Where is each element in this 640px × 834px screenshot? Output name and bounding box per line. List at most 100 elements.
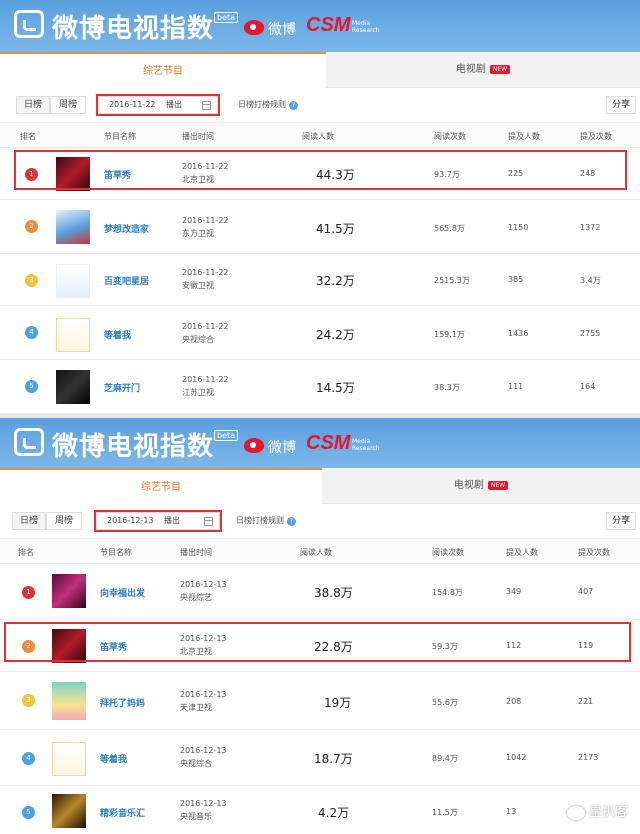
rank-badge: 4 — [22, 752, 35, 765]
csm-logo: CSM — [306, 14, 350, 37]
table-row[interactable]: 2 梦想改造家 2016-11-22 东方卫视 41.5万 565.8万 115… — [0, 200, 640, 254]
program-name[interactable]: 芝麻开门 — [104, 381, 140, 394]
channel: 天津卫视 — [180, 702, 212, 713]
channel: 央视综合 — [180, 758, 212, 769]
weekly-button[interactable]: 周榜 — [46, 512, 82, 530]
readers-count: 14.5万 — [316, 379, 355, 396]
col-reads: 阅读次数 — [434, 131, 466, 142]
col-readers: 阅读人数 — [302, 131, 334, 142]
table-row[interactable]: 4 等着我 2016-11-22 央视综合 24.2万 159.1万 1436 … — [0, 306, 640, 360]
highlight-box — [4, 622, 631, 662]
table-row[interactable]: 5 精彩音乐汇 2016-12-13 央视音乐 4.2万 11.5万 13 — [0, 786, 640, 834]
air-date: 2016-12-13 — [180, 580, 227, 589]
weibo-logo-icon — [244, 20, 264, 35]
program-name[interactable]: 拜托了妈妈 — [100, 696, 145, 709]
tab-drama-label: 电视剧 — [454, 480, 484, 491]
reads-count: 159.1万 — [434, 329, 465, 340]
readers-count: 41.5万 — [316, 220, 355, 237]
mention-users-count: 1150 — [508, 223, 528, 232]
col-reads: 阅读次数 — [432, 547, 464, 558]
reads-count: 154.8万 — [432, 587, 463, 598]
air-date: 2016-12-13 — [180, 799, 227, 808]
readers-count: 19万 — [324, 694, 351, 711]
program-name[interactable]: 等着我 — [104, 328, 131, 341]
rank-badge: 1 — [22, 586, 35, 599]
col-airtime: 播出时间 — [182, 131, 214, 142]
mention-users-count: 1436 — [508, 329, 528, 338]
mentions-count: 164 — [580, 382, 595, 391]
rank-badge: 5 — [22, 806, 35, 819]
mention-users-count: 349 — [506, 587, 521, 596]
weibo-logo-icon — [244, 438, 264, 453]
col-mentions: 提及次数 — [578, 547, 610, 558]
program-thumbnail — [52, 574, 86, 608]
mentions-count: 2755 — [580, 329, 600, 338]
program-thumbnail — [56, 318, 90, 352]
reads-count: 38.3万 — [434, 382, 460, 393]
rank-badge: 2 — [25, 220, 38, 233]
program-name[interactable]: 向幸福出发 — [100, 586, 145, 599]
share-button[interactable]: 分享 — [606, 512, 636, 530]
reads-count: 55.6万 — [432, 697, 458, 708]
rules-label: 日榜打榜规则 — [238, 100, 286, 109]
col-mention-users: 提及人数 — [506, 547, 538, 558]
csm-subtitle: Media Research — [352, 438, 382, 452]
col-rank: 排名 — [20, 131, 36, 142]
weekly-button[interactable]: 周榜 — [50, 96, 86, 114]
table-row[interactable]: 5 芝麻开门 2016-11-22 江苏卫视 14.5万 38.3万 111 1… — [0, 360, 640, 413]
readers-count: 18.7万 — [314, 750, 353, 767]
category-tabs: 综艺节目 电视剧NEW — [0, 52, 640, 88]
program-thumbnail — [56, 370, 90, 404]
program-name[interactable]: 百变吧星居 — [104, 274, 149, 287]
table-row[interactable]: 3 拜托了妈妈 2016-12-13 天津卫视 19万 55.6万 208 22… — [0, 672, 640, 730]
program-name[interactable]: 梦想改造家 — [104, 222, 149, 235]
table-row[interactable]: 1 笛草秀 2016-11-22 北京卫视 44.3万 93.7万 225 24… — [0, 148, 640, 200]
readers-count: 4.2万 — [318, 804, 349, 821]
channel: 江苏卫视 — [182, 387, 214, 398]
program-name[interactable]: 等着我 — [100, 752, 127, 765]
rules-link[interactable]: 日榜打榜规则? — [236, 515, 296, 526]
col-mention-users: 提及人数 — [508, 131, 540, 142]
csm-logo: CSM — [306, 432, 350, 455]
channel: 央视综艺 — [180, 592, 212, 603]
tab-variety[interactable]: 综艺节目 — [0, 52, 326, 88]
app-title: 微博电视指数 — [52, 8, 214, 45]
air-date: 2016-12-13 — [180, 746, 227, 755]
table-row[interactable]: 3 百变吧星居 2016-11-22 安徽卫视 32.2万 2515.3万 38… — [0, 254, 640, 306]
tab-variety[interactable]: 综艺节目 — [0, 468, 322, 504]
ranking-panel-1: 微博电视指数 beta 微博 CSM Media Research 综艺节目 电… — [0, 0, 640, 413]
rules-link[interactable]: 日榜打榜规则? — [238, 99, 298, 110]
filter-bar: 日榜 周榜 2016-11-22 播出 日榜打榜规则? 分享 — [0, 88, 640, 122]
program-name[interactable]: 精彩音乐汇 — [100, 806, 145, 819]
mention-users-count: 385 — [508, 275, 523, 284]
readers-count: 38.8万 — [314, 584, 353, 601]
highlight-box — [96, 94, 220, 116]
channel: 央视综合 — [182, 334, 214, 345]
col-mentions: 提及次数 — [580, 131, 612, 142]
mentions-count: 1372 — [580, 223, 600, 232]
readers-count: 32.2万 — [316, 272, 355, 289]
mentions-count: 221 — [578, 697, 593, 706]
mention-users-count: 111 — [508, 382, 523, 391]
tab-drama[interactable]: 电视剧 NEW — [322, 468, 640, 504]
app-header: 微博电视指数 beta 微博 CSM Media Research — [0, 0, 640, 52]
wechat-icon — [567, 806, 585, 820]
highlight-box — [14, 150, 627, 190]
new-badge: NEW — [490, 65, 510, 74]
air-date: 2016-11-22 — [182, 375, 229, 384]
new-badge: NEW — [488, 481, 508, 490]
rank-badge: 3 — [25, 274, 38, 287]
table-row[interactable]: 4 等着我 2016-12-13 央视综合 18.7万 89.4万 1042 2… — [0, 730, 640, 786]
share-button[interactable]: 分享 — [606, 96, 636, 114]
table-row[interactable]: 1 向幸福出发 2016-12-13 央视综艺 38.8万 154.8万 349… — [0, 564, 640, 620]
reads-count: 11.5万 — [432, 807, 458, 818]
readers-count: 24.2万 — [316, 326, 355, 343]
channel: 安徽卫视 — [182, 280, 214, 291]
highlight-box — [94, 510, 222, 532]
tab-drama[interactable]: 电视剧NEW — [326, 52, 640, 88]
daily-button[interactable]: 日榜 — [12, 512, 46, 530]
table-row[interactable]: 2 笛草秀 2016-12-13 北京卫视 22.8万 59.3万 112 11… — [0, 620, 640, 672]
program-thumbnail — [56, 264, 90, 298]
reads-count: 565.8万 — [434, 223, 465, 234]
daily-button[interactable]: 日榜 — [16, 96, 50, 114]
